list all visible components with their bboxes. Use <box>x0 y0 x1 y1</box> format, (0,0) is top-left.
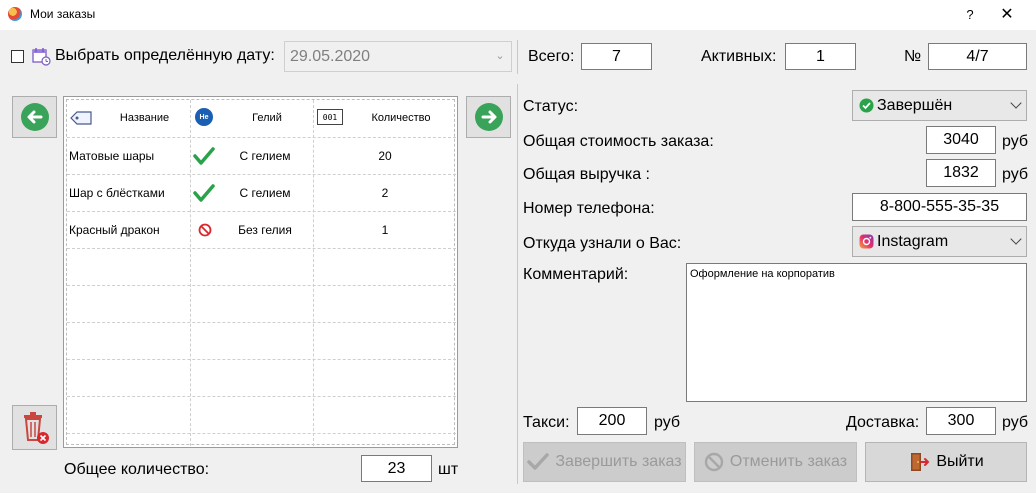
table-row-name[interactable]: Красный дракон <box>69 212 189 248</box>
delivery-label: Доставка: <box>846 414 920 431</box>
exit-button[interactable]: Выйти <box>865 442 1027 482</box>
check-icon <box>527 453 550 470</box>
table-row-helium[interactable]: С гелием <box>217 138 313 174</box>
total-quantity-label: Общее количество: <box>64 461 210 478</box>
helium-icon: He <box>195 108 213 126</box>
total-orders-label: Всего: <box>528 48 575 65</box>
check-icon <box>193 183 215 203</box>
order-items-table[interactable]: Название He Гелий 001 Количество Матовые… <box>63 96 458 448</box>
currency-label: руб <box>654 414 681 431</box>
exit-label: Выйти <box>936 453 984 470</box>
chevron-down-icon <box>1010 96 1022 109</box>
date-filter-label: Выбрать определённую дату: <box>55 47 275 64</box>
status-value: Завершён <box>877 96 953 114</box>
status-label: Статус: <box>523 98 579 115</box>
counter-icon: 001 <box>317 109 343 125</box>
source-label: Откуда узнали о Вас: <box>523 235 682 252</box>
table-row-helium[interactable]: Без гелия <box>217 212 313 248</box>
phone-field[interactable]: 8-800-555-35-35 <box>852 193 1027 221</box>
status-select[interactable]: Завершён <box>852 90 1027 121</box>
total-orders-field[interactable]: 7 <box>581 43 652 70</box>
window-title: Мои заказы <box>30 7 96 21</box>
source-select[interactable]: Instagram <box>852 226 1027 257</box>
divider <box>517 40 518 74</box>
taxi-field[interactable]: 200 <box>577 407 647 435</box>
comment-field[interactable]: Оформление на корпоратив <box>686 263 1027 402</box>
total-cost-field[interactable]: 3040 <box>926 126 996 154</box>
source-value: Instagram <box>877 232 949 250</box>
table-row-name[interactable]: Шар с блёстками <box>69 175 189 211</box>
delivery-field[interactable]: 300 <box>926 407 996 435</box>
prev-order-button[interactable] <box>12 96 57 138</box>
order-number-label: № <box>904 48 922 65</box>
total-quantity-unit: шт <box>438 461 459 478</box>
order-number-field[interactable]: 4/7 <box>928 43 1027 70</box>
column-header-name[interactable]: Название <box>107 108 182 128</box>
trash-delete-icon <box>23 411 49 444</box>
table-row-name[interactable]: Матовые шары <box>69 138 189 174</box>
no-helium-icon <box>198 223 212 237</box>
help-button[interactable]: ? <box>955 4 985 26</box>
table-row-qty[interactable]: 2 <box>314 175 456 211</box>
app-icon <box>8 7 22 21</box>
total-quantity-field[interactable]: 23 <box>361 455 432 482</box>
active-orders-field[interactable]: 1 <box>785 43 856 70</box>
date-picker[interactable]: 29.05.2020 ⌄ <box>284 41 512 72</box>
check-icon <box>193 146 215 166</box>
taxi-label: Такси: <box>523 414 570 431</box>
cancel-order-label: Отменить заказ <box>729 453 848 470</box>
tag-icon <box>69 108 93 128</box>
arrow-right-icon <box>474 103 503 131</box>
column-header-helium[interactable]: Гелий <box>227 108 307 128</box>
panel-divider <box>517 84 518 484</box>
instagram-icon <box>859 234 874 249</box>
calendar-icon <box>31 46 51 66</box>
date-value: 29.05.2020 <box>290 48 371 65</box>
revenue-label: Общая выручка : <box>523 166 650 183</box>
currency-label: руб <box>1002 133 1029 150</box>
complete-order-label: Завершить заказ <box>555 453 682 470</box>
table-row-qty[interactable]: 1 <box>314 212 456 248</box>
revenue-field[interactable]: 1832 <box>926 159 996 187</box>
currency-label: руб <box>1002 166 1029 183</box>
arrow-left-icon <box>20 103 49 131</box>
phone-label: Номер телефона: <box>523 200 655 217</box>
chevron-down-icon[interactable]: ⌄ <box>489 42 511 71</box>
currency-label: руб <box>1002 414 1029 431</box>
exit-door-icon <box>911 453 930 471</box>
total-cost-label: Общая стоимость заказа: <box>523 133 714 150</box>
table-row-helium[interactable]: С гелием <box>217 175 313 211</box>
comment-label: Комментарий: <box>523 266 629 283</box>
next-order-button[interactable] <box>466 96 511 138</box>
table-row-qty[interactable]: 20 <box>314 138 456 174</box>
delete-order-button[interactable] <box>12 405 57 450</box>
column-header-quantity[interactable]: Количество <box>353 108 449 128</box>
title-bar <box>0 0 1036 30</box>
close-button[interactable]: ✕ <box>992 4 1022 26</box>
chevron-down-icon <box>1010 232 1022 245</box>
ban-icon <box>704 452 724 472</box>
complete-order-button[interactable]: Завершить заказ <box>523 442 686 482</box>
date-filter-checkbox[interactable] <box>11 50 24 63</box>
cancel-order-button[interactable]: Отменить заказ <box>694 442 857 482</box>
active-orders-label: Активных: <box>701 48 777 65</box>
check-circle-icon <box>859 98 874 113</box>
